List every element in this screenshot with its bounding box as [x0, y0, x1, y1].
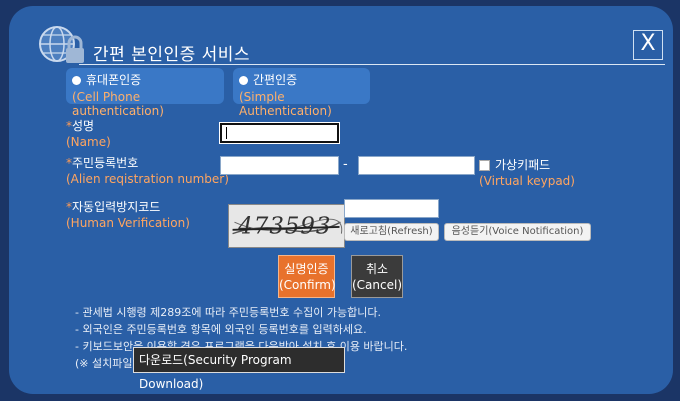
notice-item: - 관세법 시행령 제289조에 따라 주민등록번호 수집이 가능합니다. [75, 306, 381, 319]
rrn-first-input[interactable] [220, 156, 339, 175]
captcha-label: *자동입력방지코드 (Human Verification) [66, 200, 190, 230]
simple-auth-sub: (Simple Authentication) [239, 90, 332, 118]
simple-auth-label: 간편인증 [253, 73, 298, 87]
name-input[interactable] [219, 122, 340, 144]
cell-phone-auth-sub: (Cell Phone authentication) [72, 90, 164, 118]
virtual-keypad-label: 가상키패드 [495, 158, 551, 172]
virtual-keypad-sub: (Virtual keypad) [479, 174, 575, 188]
cancel-button[interactable]: 취소 (Cancel) [351, 255, 403, 298]
rrn-second-input[interactable] [358, 156, 475, 175]
notice-item: - 외국인은 주민등록번호 항목에 외국인 등록번호를 입력하세요. [75, 323, 367, 336]
confirm-button[interactable]: 실명인증 (Confirm) [278, 255, 336, 298]
security-program-download-button[interactable]: 다운로드(Security Program Download) [133, 347, 345, 391]
rrn-label: *주민등록번호 (Alien reqistration number) [66, 156, 229, 186]
cell-phone-auth-option[interactable]: 휴대폰인증 (Cell Phone authentication) [66, 68, 224, 118]
close-icon: X [640, 31, 656, 56]
radio-icon[interactable] [239, 76, 248, 85]
simple-auth-option[interactable]: 간편인증 (Simple Authentication) [233, 68, 370, 118]
cell-phone-auth-label: 휴대폰인증 [86, 73, 142, 87]
captcha-voice-button[interactable]: 음성듣기(Voice Notification) [444, 223, 591, 241]
text-cursor [226, 127, 227, 139]
captcha-input[interactable] [344, 199, 439, 218]
auth-dialog: 간편 본인인증 서비스 X 휴대폰인증 (Cell Phone authenti… [9, 6, 673, 394]
captcha-refresh-button[interactable]: 새로고침(Refresh) [344, 223, 439, 241]
captcha-image: 473593 [228, 204, 345, 248]
title-divider [79, 64, 665, 65]
name-label: *성명 (Name) [66, 119, 111, 149]
rrn-separator: - [343, 157, 348, 172]
close-button[interactable]: X [633, 30, 663, 60]
radio-icon[interactable] [72, 76, 81, 85]
globe-lock-icon [39, 26, 84, 63]
dialog-title: 간편 본인인증 서비스 [93, 45, 251, 65]
virtual-keypad-checkbox[interactable] [479, 160, 490, 171]
